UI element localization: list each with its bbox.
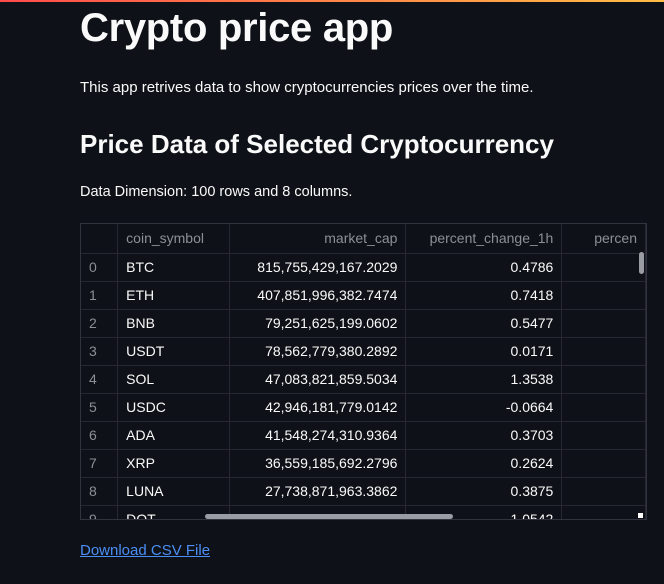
table-header-row: coin_symbol market_cap percent_change_1h… [81, 224, 646, 254]
cell-percent-change-24h[interactable] [561, 393, 646, 422]
app-description: This app retrives data to show cryptocur… [80, 79, 534, 96]
cell-coin-symbol[interactable]: LUNA [117, 477, 230, 506]
column-header-coin-symbol[interactable]: coin_symbol [117, 224, 230, 254]
cell-market-cap[interactable]: 79,251,625,199.0602 [229, 309, 407, 338]
table-row: 4 SOL 47,083,821,859.5034 1.3538 [81, 365, 646, 394]
top-decoration-bar [0, 0, 664, 2]
cell-percent-change-1h[interactable]: 0.7418 [405, 281, 563, 310]
cell-market-cap[interactable]: 36,559,185,692.2796 [229, 449, 407, 478]
cell-coin-symbol[interactable]: ADA [117, 421, 230, 450]
cell-percent-change-1h[interactable]: -0.0664 [405, 393, 563, 422]
cell-percent-change-1h[interactable]: 0.4786 [405, 253, 563, 282]
cell-market-cap[interactable]: 47,083,821,859.5034 [229, 365, 407, 394]
cell-percent-change-24h[interactable] [561, 253, 646, 282]
column-header-percent-change-24h[interactable]: percen [561, 224, 646, 254]
cell-coin-symbol[interactable]: XRP [117, 449, 230, 478]
vertical-scrollbar-thumb[interactable] [639, 252, 644, 274]
data-dimension-text: Data Dimension: 100 rows and 8 columns. [80, 184, 353, 200]
table-row: 3 USDT 78,562,779,380.2892 0.0171 [81, 337, 646, 366]
cell-market-cap[interactable]: 27,738,871,963.3862 [229, 477, 407, 506]
scroll-corner-marker [638, 513, 643, 518]
cell-percent-change-1h[interactable]: 1.3538 [405, 365, 563, 394]
row-index[interactable]: 7 [81, 449, 119, 478]
column-header-market-cap[interactable]: market_cap [229, 224, 407, 254]
row-index[interactable]: 3 [81, 337, 119, 366]
horizontal-scrollbar-thumb[interactable] [205, 514, 453, 519]
cell-percent-change-1h[interactable]: 0.2624 [405, 449, 563, 478]
app-title: Crypto price app [80, 6, 394, 50]
table-row: 1 ETH 407,851,996,382.7474 0.7418 [81, 281, 646, 310]
table-row: 8 LUNA 27,738,871,963.3862 0.3875 [81, 477, 646, 506]
cell-market-cap[interactable]: 42,946,181,779.0142 [229, 393, 407, 422]
cell-percent-change-1h[interactable]: 0.3703 [405, 421, 563, 450]
download-csv-link[interactable]: Download CSV File [80, 542, 210, 559]
cell-percent-change-24h[interactable] [561, 281, 646, 310]
row-index[interactable]: 2 [81, 309, 119, 338]
table-row: 7 XRP 36,559,185,692.2796 0.2624 [81, 449, 646, 478]
cell-percent-change-1h[interactable]: 0.0171 [405, 337, 563, 366]
cell-percent-change-24h[interactable] [561, 505, 646, 519]
row-index[interactable]: 9 [81, 505, 119, 519]
row-index[interactable]: 0 [81, 253, 119, 282]
cell-percent-change-24h[interactable] [561, 365, 646, 394]
row-index[interactable]: 8 [81, 477, 119, 506]
row-index[interactable]: 6 [81, 421, 119, 450]
cell-percent-change-24h[interactable] [561, 337, 646, 366]
cell-coin-symbol[interactable]: ETH [117, 281, 230, 310]
cell-coin-symbol[interactable]: USDT [117, 337, 230, 366]
row-index[interactable]: 1 [81, 281, 119, 310]
table-row: 5 USDC 42,946,181,779.0142 -0.0664 [81, 393, 646, 422]
cell-percent-change-1h[interactable]: 0.5477 [405, 309, 563, 338]
cell-percent-change-24h[interactable] [561, 309, 646, 338]
price-table: coin_symbol market_cap percent_change_1h… [81, 224, 646, 519]
table-row: 2 BNB 79,251,625,199.0602 0.5477 [81, 309, 646, 338]
cell-market-cap[interactable]: 41,548,274,310.9364 [229, 421, 407, 450]
cell-market-cap[interactable]: 78,562,779,380.2892 [229, 337, 407, 366]
row-index[interactable]: 4 [81, 365, 119, 394]
column-header-percent-change-1h[interactable]: percent_change_1h [405, 224, 563, 254]
table-row: 6 ADA 41,548,274,310.9364 0.3703 [81, 421, 646, 450]
cell-coin-symbol[interactable]: USDC [117, 393, 230, 422]
cell-market-cap[interactable]: 815,755,429,167.2029 [229, 253, 407, 282]
index-header[interactable] [81, 224, 119, 254]
cell-percent-change-24h[interactable] [561, 477, 646, 506]
dataframe-table[interactable]: coin_symbol market_cap percent_change_1h… [80, 223, 647, 520]
cell-percent-change-24h[interactable] [561, 421, 646, 450]
table-row: 0 BTC 815,755,429,167.2029 0.4786 [81, 253, 646, 282]
row-index[interactable]: 5 [81, 393, 119, 422]
cell-coin-symbol[interactable]: SOL [117, 365, 230, 394]
cell-market-cap[interactable]: 407,851,996,382.7474 [229, 281, 407, 310]
cell-coin-symbol[interactable]: BNB [117, 309, 230, 338]
cell-percent-change-24h[interactable] [561, 449, 646, 478]
cell-percent-change-1h[interactable]: 0.3875 [405, 477, 563, 506]
cell-coin-symbol[interactable]: BTC [117, 253, 230, 282]
section-title: Price Data of Selected Cryptocurrency [80, 129, 554, 159]
